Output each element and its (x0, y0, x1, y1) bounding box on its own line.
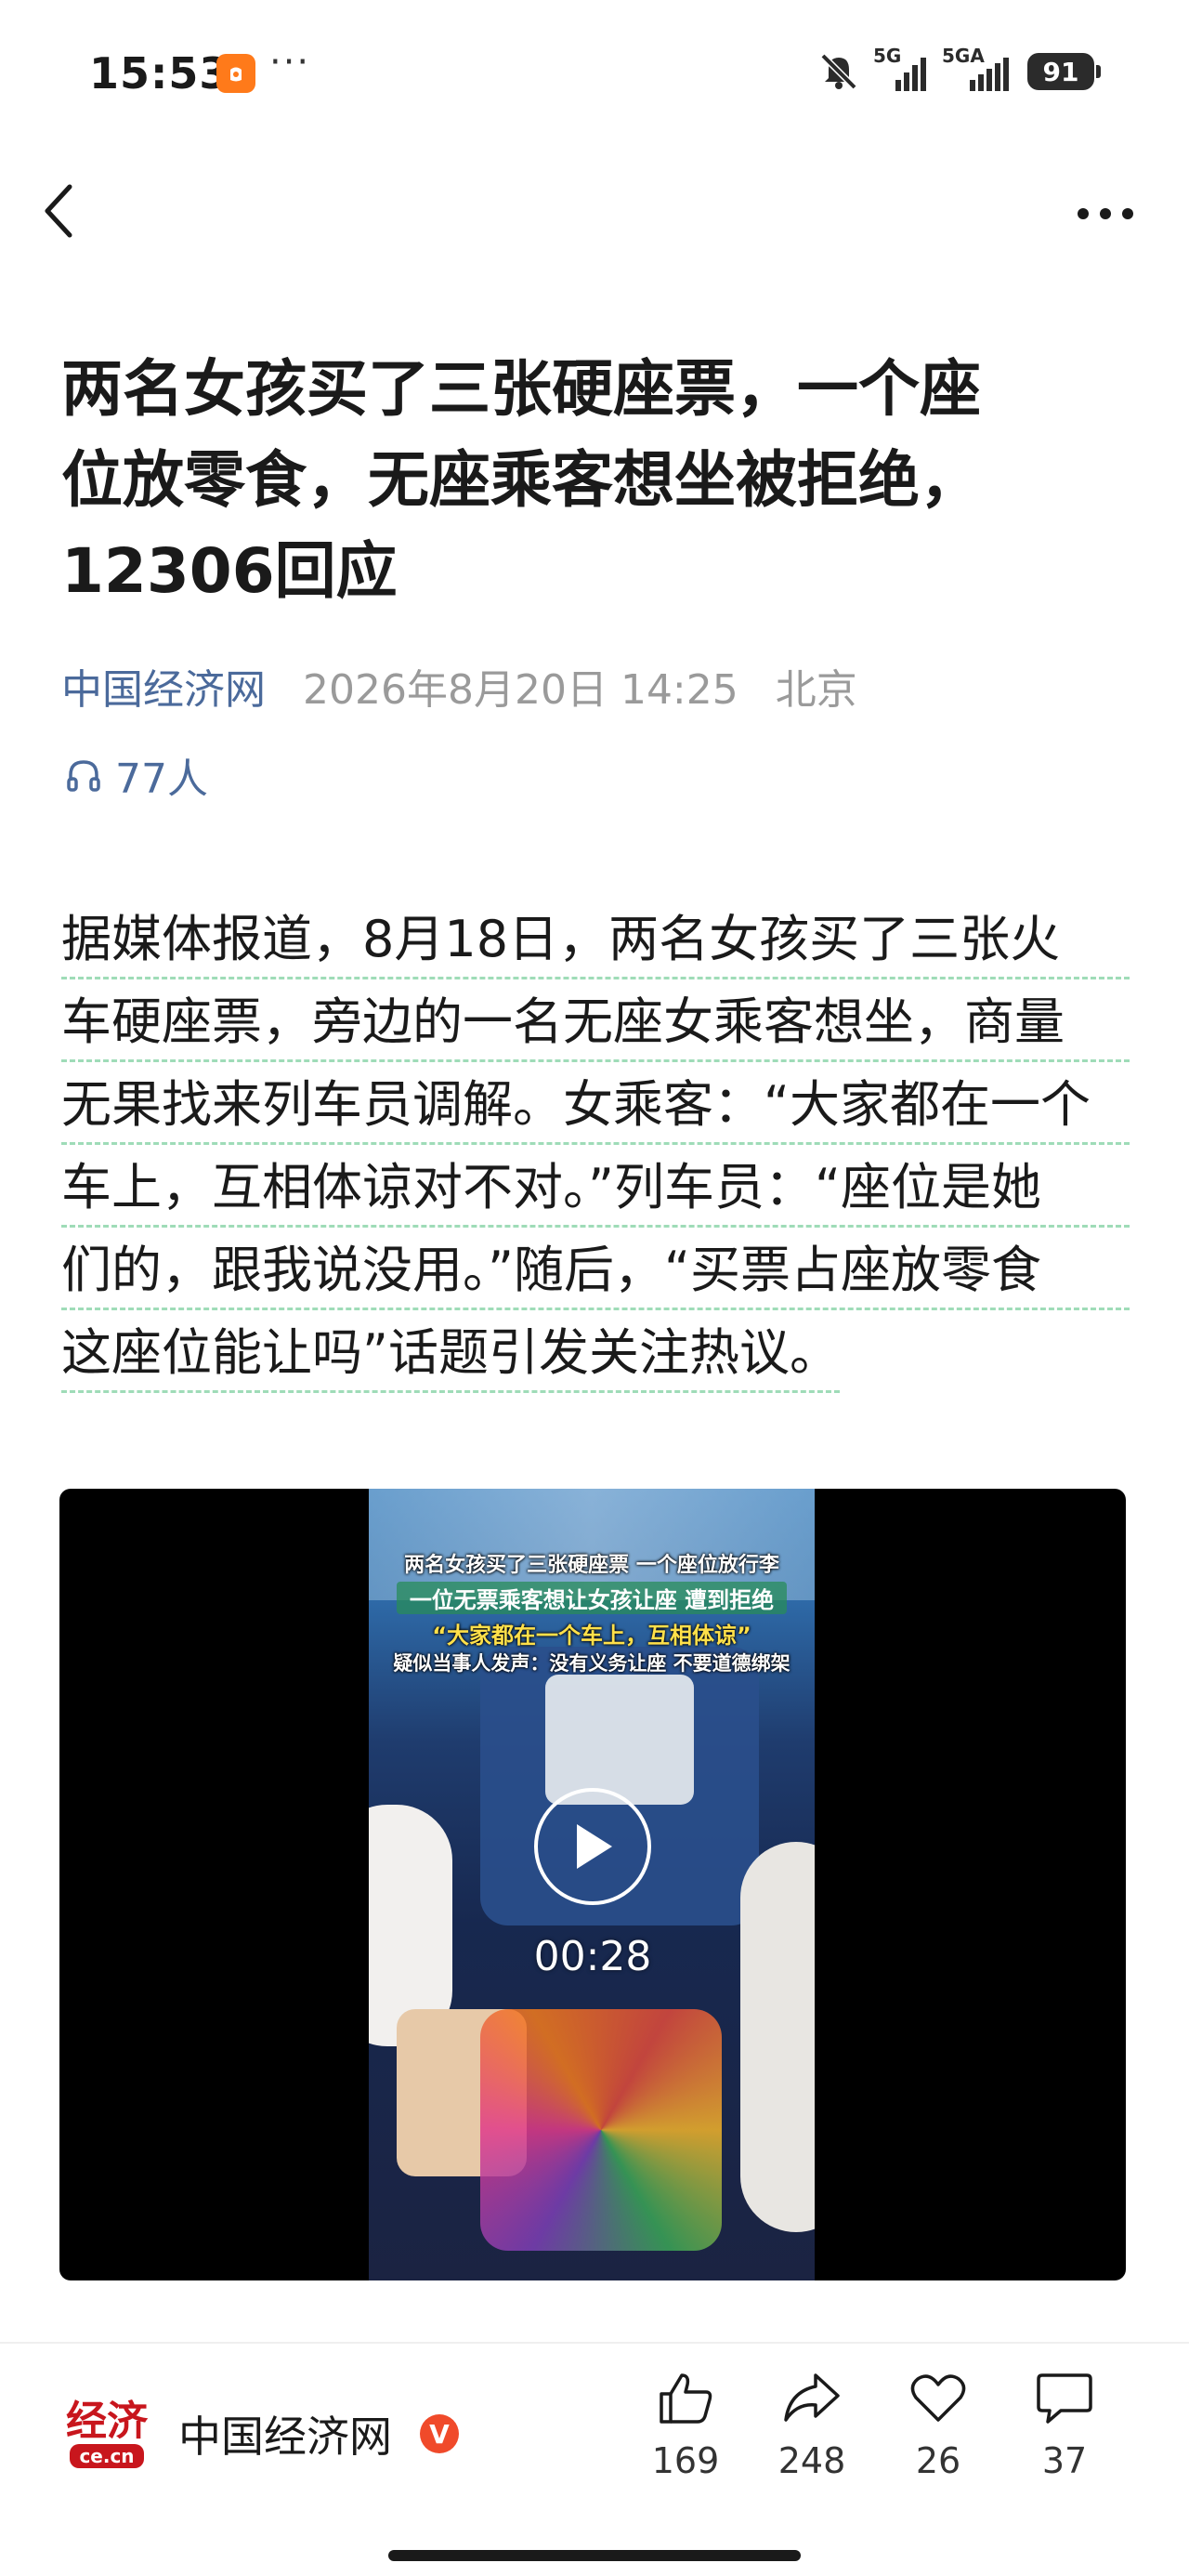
verified-badge-icon: V (420, 2414, 459, 2453)
share-button[interactable]: 248 (770, 2370, 854, 2481)
paragraph-line: 车硬座票，旁边的一名无座女乘客想坐，商量 (61, 982, 1130, 1062)
battery-indicator: 91 (1027, 53, 1101, 90)
comment-count: 37 (1041, 2440, 1088, 2481)
video-duration: 00:28 (533, 1933, 652, 1980)
paragraph-line: 据媒体报道，8月18日，两名女孩买了三张火 (61, 900, 1130, 979)
comment-button[interactable]: 37 (1023, 2370, 1106, 2481)
battery-level: 91 (1042, 56, 1079, 87)
video-caption: 疑似当事人发声：没有义务让座 不要道德绑架 (393, 1652, 790, 1675)
app-notification-icon (216, 54, 255, 93)
share-arrow-icon (784, 2373, 840, 2422)
headphones-icon (67, 760, 100, 792)
signal-5g-icon: 5G (873, 45, 929, 93)
more-dots-icon (1078, 208, 1133, 219)
like-button[interactable]: 169 (644, 2370, 727, 2481)
listen-button[interactable]: 77人 (65, 745, 208, 805)
article-meta: 中国经济网 2026年8月20日 14:25 北京 (61, 656, 857, 716)
video-caption: 一位无票乘客想让女孩让座 遭到拒绝 (397, 1582, 787, 1614)
back-button[interactable] (33, 177, 84, 245)
article-paragraph: 据媒体报道，8月18日，两名女孩买了三张火 车硬座票，旁边的一名无座女乘客想坐，… (61, 900, 1130, 1396)
title-line: 两名女孩买了三张硬座票，一个座 (61, 353, 981, 425)
signal-5ga-icon: 5GA (942, 45, 1014, 93)
home-indicator[interactable] (388, 2550, 801, 2561)
listener-count: 77人 (115, 756, 208, 803)
chevron-left-icon (45, 184, 72, 238)
status-icons: 5G 5GA 91 (817, 45, 1101, 95)
paragraph-line: 车上，互相体谅对不对。”列车员：“座位是她 (61, 1148, 1130, 1228)
thumbs-up-icon (660, 2373, 712, 2424)
favorite-button[interactable]: 26 (896, 2370, 980, 2481)
title-line: 12306回应 (61, 535, 398, 607)
mute-bell-icon (820, 53, 857, 90)
comment-bubble-icon (1037, 2373, 1092, 2424)
publish-date: 2026年8月20日 14:25 (303, 666, 738, 714)
share-count: 248 (777, 2440, 846, 2481)
publisher-name: 中国经济网 (178, 2412, 392, 2462)
article-title: 两名女孩买了三张硬座票，一个座 位放零食，无座乘客想坐被拒绝， 12306回应 (61, 344, 1139, 617)
like-count: 169 (651, 2440, 720, 2481)
publish-location: 北京 (775, 666, 857, 714)
publisher-info[interactable]: 经济 ce.cn 中国经济网 V (63, 2390, 459, 2477)
favorite-count: 26 (915, 2440, 961, 2481)
paragraph-line: 无果找来列车员调解。女乘客：“大家都在一个 (61, 1065, 1130, 1145)
video-caption: 两名女孩买了三张硬座票 一个座位放行李 (404, 1554, 779, 1577)
paragraph-line: 们的，跟我说没用。”随后，“买票占座放零食 (61, 1230, 1130, 1310)
play-button[interactable] (534, 1788, 651, 1905)
logo-text: 经济 (66, 2398, 148, 2445)
video-caption: “大家都在一个车上，互相体谅” (432, 1623, 751, 1649)
source-link[interactable]: 中国经济网 (61, 656, 266, 716)
heart-icon (910, 2374, 966, 2422)
publisher-logo: 经济 ce.cn (63, 2390, 150, 2477)
status-more-icon: ··· (269, 41, 311, 84)
logo-subtext: ce.cn (70, 2444, 144, 2468)
more-options-button[interactable] (1068, 186, 1143, 242)
bottom-divider (0, 2342, 1189, 2344)
video-player[interactable]: 两名女孩买了三张硬座票 一个座位放行李 一位无票乘客想让女孩让座 遭到拒绝 “大… (59, 1489, 1126, 2280)
title-line: 位放零食，无座乘客想坐被拒绝， (61, 444, 981, 516)
status-time: 15:53 (89, 48, 230, 99)
play-icon (577, 1824, 612, 1869)
paragraph-line: 这座位能让吗”话题引发关注热议。 (61, 1313, 840, 1393)
